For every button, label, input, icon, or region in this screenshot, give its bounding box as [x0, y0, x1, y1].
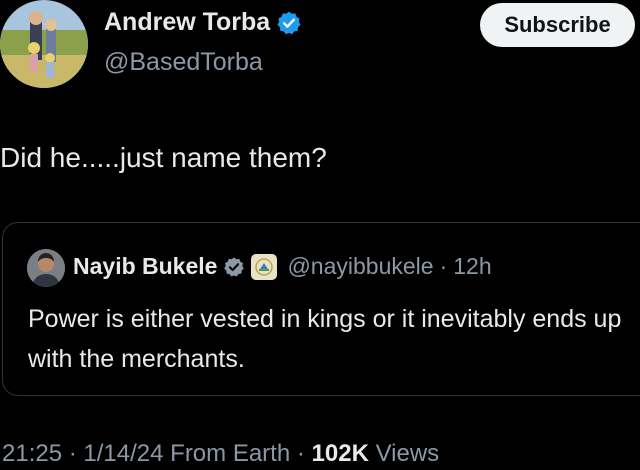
quoted-tweet-header: Nayib Bukele @nayibbukele · 12h: [73, 253, 492, 280]
tweet-meta: 21:25 · 1/14/24 From Earth · 102K Views: [2, 440, 439, 468]
government-seal-icon: [251, 253, 278, 280]
subscribe-button[interactable]: Subscribe: [480, 3, 635, 47]
quoted-timestamp[interactable]: 12h: [453, 253, 491, 280]
meta-separator: ·: [296, 440, 305, 467]
author-avatar[interactable]: [0, 0, 88, 88]
verified-badge-icon: [224, 256, 245, 277]
quoted-author-handle[interactable]: @nayibbukele: [287, 253, 433, 280]
quoted-author-name[interactable]: Nayib Bukele: [73, 253, 217, 280]
verified-badge-icon: [277, 11, 301, 34]
quoted-tweet-card[interactable]: Nayib Bukele @nayibbukele · 12h Power is…: [2, 222, 640, 396]
author-name-row[interactable]: Andrew Torba: [104, 8, 302, 37]
tweet-text: Did he.....just name them?: [0, 142, 327, 173]
tweet-date[interactable]: 1/14/24: [83, 440, 163, 467]
avatar-photo-icon: [0, 0, 88, 88]
tweet-source: From Earth: [170, 440, 291, 467]
meta-separator: ·: [68, 440, 77, 467]
views-label: Views: [375, 440, 440, 467]
quoted-separator: ·: [439, 253, 448, 279]
quoted-author-avatar[interactable]: [27, 249, 65, 287]
views-count[interactable]: 102K: [312, 440, 369, 467]
tweet-time[interactable]: 21:25: [2, 440, 62, 467]
quoted-tweet-text: Power is either vested in kings or it in…: [28, 305, 622, 373]
author-handle[interactable]: @BasedTorba: [104, 48, 263, 77]
author-name[interactable]: Andrew Torba: [104, 8, 270, 37]
avatar-photo-icon: [27, 249, 65, 287]
